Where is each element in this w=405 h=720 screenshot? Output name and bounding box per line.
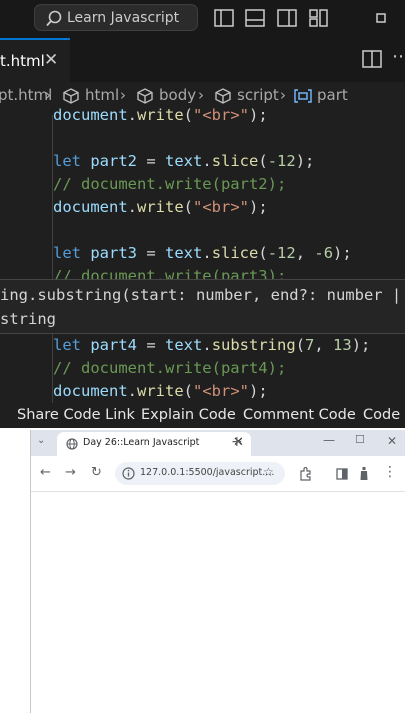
code-line: document.write("<br>"); — [53, 382, 268, 400]
browser-page-content[interactable] — [31, 492, 405, 713]
browser-toolbar: ← → ↻ 127.0.0.1:5500/javascript.... ☆ ⋮ — [31, 456, 405, 492]
browser-tab-strip: ⌄ Day 26::Learn Javascript ✕ + — ☐ ✕ — [31, 430, 405, 456]
code-generate-button[interactable]: Code G — [363, 407, 405, 423]
comment-code-button[interactable]: Comment Code — [243, 407, 356, 423]
code-line: // document.write(part2); — [53, 175, 287, 193]
extensions-icon[interactable] — [299, 467, 312, 481]
editor-tab-bar: t.html ✕ ⋯ — [0, 38, 405, 82]
side-panel-icon[interactable] — [336, 468, 348, 480]
maximize-icon[interactable]: ☐ — [355, 433, 365, 446]
codelens-actions-bar: Share Code Link Explain Code Comment Cod… — [0, 403, 405, 428]
code-line: let part2 = text.slice(-12); — [53, 152, 315, 170]
cube-icon — [137, 88, 153, 104]
cube-icon — [63, 88, 79, 104]
variable-icon — [294, 89, 312, 103]
breadcrumb-separator: › — [120, 86, 126, 104]
site-info-icon[interactable] — [122, 467, 135, 480]
breadcrumb-part[interactable]: part — [317, 86, 348, 104]
more-actions-icon[interactable]: ⋯ — [392, 46, 405, 67]
toggle-panel-icon[interactable] — [245, 9, 265, 27]
code-line: // document.write(part4); — [53, 359, 287, 377]
bottle-extension-icon[interactable] — [359, 466, 369, 481]
code-line: document.write("<br>"); — [53, 106, 268, 124]
explain-code-button[interactable]: Explain Code — [141, 407, 236, 423]
breadcrumb-separator: › — [45, 86, 51, 104]
address-bar[interactable]: 127.0.0.1:5500/javascript.... ☆ — [115, 462, 285, 485]
share-code-link-button[interactable]: Share Code Link — [17, 407, 135, 423]
customize-layout-icon[interactable] — [309, 9, 329, 27]
signature-hover-tooltip: ing.substring(start: number, end?: numbe… — [0, 279, 405, 334]
tab-filename: t.html — [0, 52, 45, 70]
breadcrumb: pt.html › html › body › script › part — [0, 84, 405, 108]
breadcrumb-script[interactable]: script — [237, 86, 279, 104]
code-line: let part4 = text.substring(7, 13); — [53, 336, 371, 354]
breadcrumb-body[interactable]: body — [159, 86, 196, 104]
indent-guide — [52, 115, 53, 415]
tab-search-chevron-icon[interactable]: ⌄ — [37, 435, 45, 446]
bookmark-star-icon[interactable]: ☆ — [263, 465, 274, 479]
close-window-icon[interactable]: ✕ — [387, 434, 397, 448]
vscode-window: Learn Javascript t.html ✕ ⋯ pt.html › ht… — [0, 0, 405, 428]
globe-icon — [66, 438, 78, 450]
command-center-search[interactable]: Learn Javascript — [34, 4, 198, 31]
toggle-primary-sidebar-icon[interactable] — [214, 9, 234, 27]
reload-icon[interactable]: ↻ — [91, 465, 102, 480]
new-tab-button[interactable]: + — [231, 434, 243, 450]
code-line: document.write("<br>"); — [53, 198, 268, 216]
toggle-secondary-sidebar-icon[interactable] — [277, 9, 297, 27]
breadcrumb-separator: › — [280, 86, 286, 104]
close-tab-icon[interactable]: ✕ — [44, 50, 58, 70]
browser-window: ⌄ Day 26::Learn Javascript ✕ + — ☐ ✕ ← →… — [30, 430, 405, 713]
search-icon — [46, 10, 62, 27]
minimize-icon[interactable]: — — [323, 433, 335, 447]
cube-icon — [215, 88, 231, 104]
back-icon[interactable]: ← — [40, 465, 51, 480]
hover-signature-line2: string — [0, 310, 56, 328]
editor-tab-active[interactable]: t.html ✕ — [0, 38, 70, 82]
menu-kebab-icon[interactable]: ⋮ — [383, 464, 397, 480]
title-bar: Learn Javascript — [0, 0, 405, 38]
breadcrumb-separator: › — [198, 86, 204, 104]
minimize-icon[interactable] — [376, 13, 386, 23]
url-text: 127.0.0.1:5500/javascript.... — [140, 467, 275, 478]
browser-tab-title: Day 26::Learn Javascript — [83, 437, 200, 448]
forward-icon[interactable]: → — [65, 465, 76, 480]
search-label: Learn Javascript — [67, 10, 180, 26]
split-editor-icon[interactable] — [362, 50, 382, 68]
code-line: let part3 = text.slice(-12, -6); — [53, 244, 352, 262]
breadcrumb-html[interactable]: html — [85, 86, 119, 104]
hover-signature-line1: ing.substring(start: number, end?: numbe… — [0, 286, 402, 304]
browser-tab-active[interactable]: Day 26::Learn Javascript ✕ — [57, 432, 251, 456]
